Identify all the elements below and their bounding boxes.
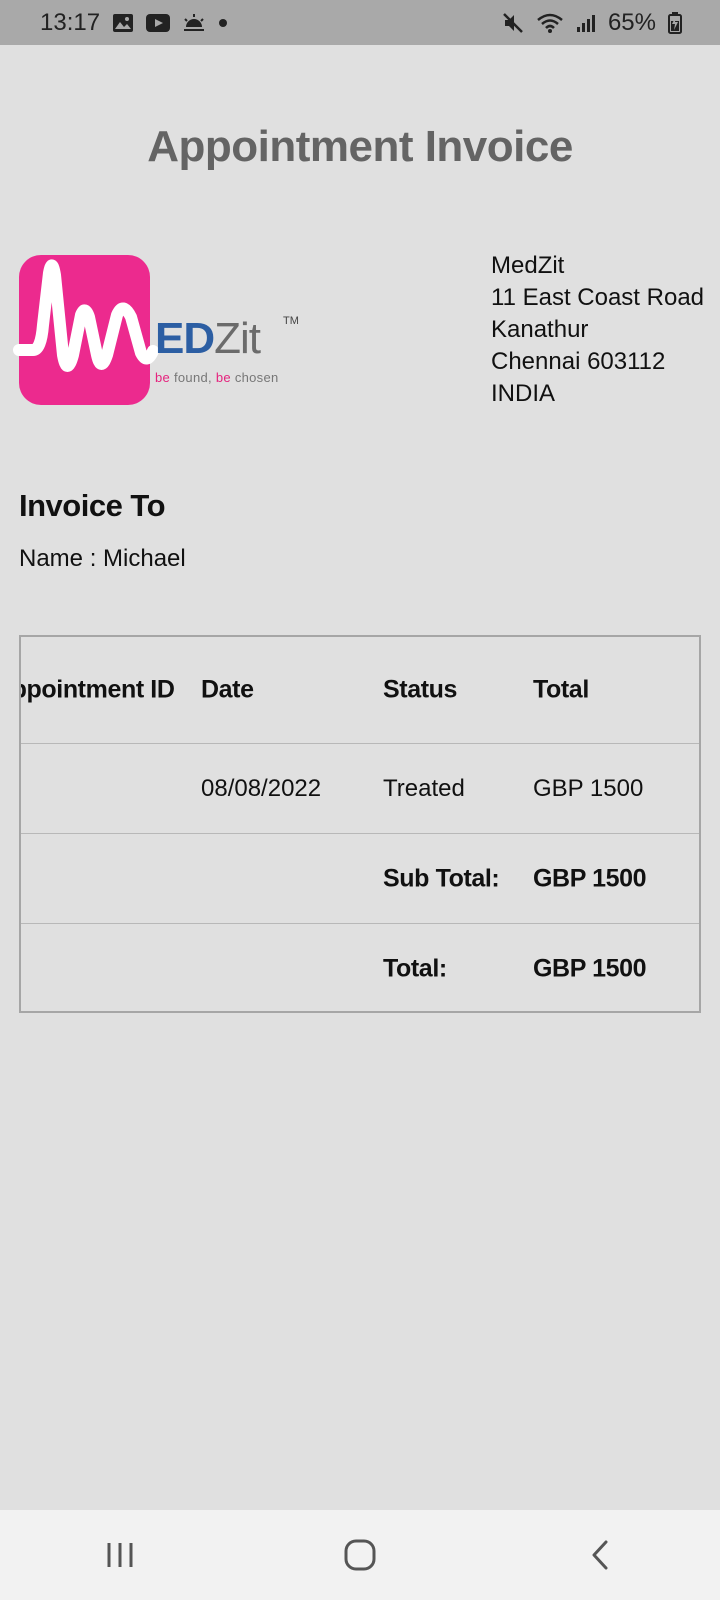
subtotal-row: Sub Total: GBP 1500: [21, 834, 699, 924]
tagline-found: found,: [170, 370, 216, 385]
weather-icon: [182, 13, 206, 33]
header-date: Date: [201, 675, 254, 704]
company-street: 11 East Coast Road: [491, 284, 705, 311]
total-row: Total: GBP 1500: [21, 924, 699, 1011]
table-row: 08/08/2022 Treated GBP 1500: [21, 744, 699, 834]
recent-apps-button[interactable]: [90, 1525, 150, 1585]
total-value: GBP 1500: [533, 954, 647, 982]
header-total: Total: [533, 675, 589, 704]
back-button[interactable]: [570, 1525, 630, 1585]
invoice-table[interactable]: Appointment ID Date Status Total 08/08/2…: [19, 635, 701, 1013]
heartbeat-m-icon: [13, 259, 159, 372]
navigation-bar: [0, 1510, 720, 1600]
company-city: Chennai 603112: [491, 348, 666, 375]
status-bar-left: 13:17: [40, 9, 228, 37]
company-name: MedZit: [491, 252, 565, 279]
back-icon: [592, 1540, 608, 1570]
company-area: Kanathur: [491, 316, 589, 343]
tagline-chosen: chosen: [230, 370, 279, 385]
row-total: GBP 1500: [533, 774, 644, 802]
signal-icon: [576, 13, 596, 33]
logo-trademark: TM: [283, 315, 299, 327]
header-appointment-id: Appointment ID: [21, 675, 175, 704]
subtotal-value: GBP 1500: [533, 864, 647, 892]
dot-icon: [218, 18, 228, 28]
youtube-icon: [146, 13, 171, 32]
invoice-to-heading: Invoice To: [19, 488, 166, 523]
subtotal-label: Sub Total:: [383, 864, 500, 892]
status-time: 13:17: [40, 8, 101, 36]
logo-tile: [13, 255, 159, 405]
home-icon: [344, 1539, 376, 1571]
battery-icon: [668, 11, 682, 34]
logo-wordmark-ed: ED: [155, 314, 215, 363]
tagline-be-1: be: [155, 370, 171, 385]
wifi-icon: [536, 12, 564, 34]
mute-icon: [502, 12, 524, 34]
logo-wordmark-zit: Zit: [214, 314, 261, 363]
logo-tagline: be found, be chosen: [155, 370, 279, 385]
status-bar-right: 65%: [502, 9, 682, 37]
battery-percent: 65%: [607, 8, 656, 36]
total-label: Total:: [383, 954, 447, 982]
status-bar: 13:17 65%: [0, 0, 720, 45]
row-date: 08/08/2022: [201, 774, 322, 802]
client-name: Name : Michael: [19, 545, 186, 572]
logo-wordmark: EDZit: [155, 314, 261, 363]
table-header-row: Appointment ID Date Status Total: [21, 637, 699, 744]
recent-apps-icon: [107, 1543, 133, 1567]
company-address: MedZit 11 East Coast Road Kanathur Chenn…: [491, 250, 704, 410]
row-status: Treated: [383, 774, 465, 802]
tagline-be-2: be: [215, 370, 231, 385]
company-country: INDIA: [491, 380, 556, 407]
medzit-logo: EDZit TM be found, be chosen: [13, 255, 304, 405]
gallery-icon: [112, 13, 134, 33]
home-button[interactable]: [330, 1525, 390, 1585]
header-status: Status: [383, 675, 458, 704]
page-title: Appointment Invoice: [147, 122, 573, 171]
